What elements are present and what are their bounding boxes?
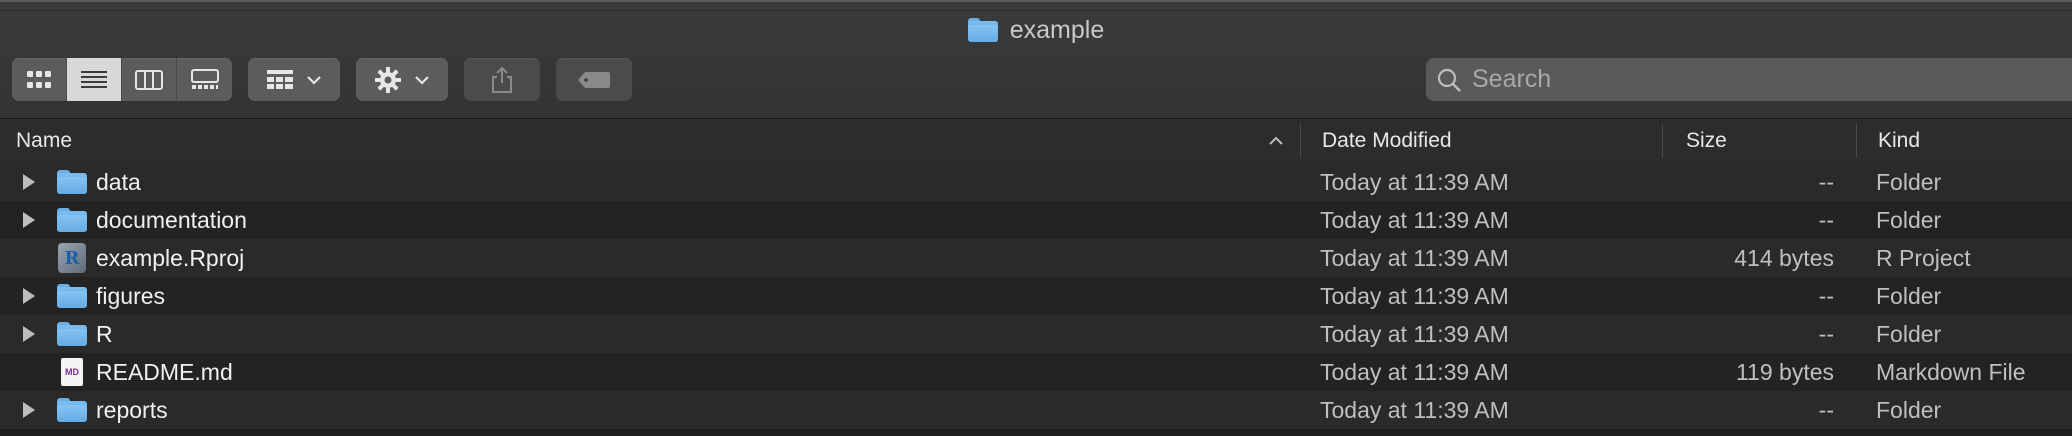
list-view-button[interactable]	[67, 58, 122, 101]
date-modified-column-header[interactable]: Date Modified	[1322, 119, 1452, 163]
size-column-header[interactable]: Size	[1686, 119, 1727, 163]
file-date-modified: Today at 11:39 AM	[1320, 244, 1509, 271]
search-icon	[1437, 68, 1461, 92]
file-list: data Today at 11:39 AM -- Folder documen…	[0, 163, 2072, 429]
tags-button[interactable]	[556, 58, 632, 101]
file-kind: Folder	[1876, 282, 1942, 309]
kind-column-header[interactable]: Kind	[1878, 119, 1920, 163]
size-column-label: Size	[1686, 129, 1727, 152]
gallery-view-icon	[190, 68, 219, 89]
folder-icon	[967, 18, 998, 42]
sort-ascending-icon[interactable]	[1268, 136, 1284, 146]
triangle-right-icon	[23, 326, 35, 342]
file-date-modified: Today at 11:39 AM	[1320, 396, 1509, 423]
disclosure-triangle[interactable]	[20, 277, 38, 315]
column-header-bar: Name Date Modified Size Kind	[0, 118, 2072, 164]
file-size: --	[1818, 396, 1834, 423]
file-size: 119 bytes	[1735, 358, 1834, 385]
list-view-icon	[81, 70, 107, 88]
date-modified-column-label: Date Modified	[1322, 129, 1452, 152]
file-row-figures[interactable]: figures Today at 11:39 AM -- Folder	[0, 277, 2072, 315]
column-divider[interactable]	[1856, 124, 1857, 158]
file-row-reports[interactable]: reports Today at 11:39 AM -- Folder	[0, 391, 2072, 429]
chevron-down-icon	[307, 75, 321, 85]
window-title: example	[1009, 15, 1105, 44]
folder-icon	[57, 322, 87, 346]
file-date-modified: Today at 11:39 AM	[1320, 320, 1509, 347]
name-column-label: Name	[16, 129, 73, 152]
column-view-button[interactable]	[122, 58, 177, 101]
group-grid-icon	[267, 69, 293, 89]
tag-icon	[578, 71, 610, 88]
file-name: reports	[96, 396, 168, 423]
file-row-example-rproj[interactable]: R example.Rproj Today at 11:39 AM 414 by…	[0, 239, 2072, 277]
window-toolbar: example	[0, 0, 2072, 120]
column-divider[interactable]	[1662, 124, 1663, 158]
file-kind: Markdown File	[1876, 358, 2026, 385]
disclosure-triangle[interactable]	[20, 315, 38, 353]
kind-column-label: Kind	[1878, 129, 1921, 152]
folder-icon	[57, 398, 87, 422]
file-row-r[interactable]: R Today at 11:39 AM -- Folder	[0, 315, 2072, 353]
file-kind: Folder	[1876, 320, 1942, 347]
search-input[interactable]	[1470, 64, 2034, 95]
column-view-icon	[135, 69, 163, 90]
r-project-icon: R	[58, 243, 86, 273]
file-date-modified: Today at 11:39 AM	[1320, 282, 1509, 309]
file-name: documentation	[96, 206, 247, 233]
file-kind: R Project	[1876, 244, 1971, 271]
file-row-data[interactable]: data Today at 11:39 AM -- Folder	[0, 163, 2072, 201]
triangle-right-icon	[23, 402, 35, 418]
file-kind: Folder	[1876, 396, 1942, 423]
file-size: --	[1818, 320, 1834, 347]
title-bar-divider	[0, 10, 2072, 11]
share-button[interactable]	[464, 58, 540, 101]
triangle-right-icon	[23, 174, 35, 190]
file-size: --	[1818, 168, 1834, 195]
folder-icon	[57, 284, 87, 308]
window-title-bar: example	[0, 14, 2072, 46]
share-icon	[492, 66, 512, 93]
file-size: --	[1818, 282, 1834, 309]
chevron-down-icon	[415, 75, 429, 85]
file-date-modified: Today at 11:39 AM	[1320, 168, 1509, 195]
file-name: data	[96, 168, 141, 195]
disclosure-triangle[interactable]	[20, 391, 38, 429]
file-name: R	[96, 320, 113, 347]
triangle-right-icon	[23, 212, 35, 228]
view-mode-control	[12, 58, 232, 101]
file-name: README.md	[96, 358, 233, 385]
group-by-button[interactable]	[248, 58, 340, 101]
folder-icon	[57, 170, 87, 194]
triangle-right-icon	[23, 288, 35, 304]
file-date-modified: Today at 11:39 AM	[1320, 206, 1509, 233]
action-gear-button[interactable]	[356, 58, 448, 101]
disclosure-triangle[interactable]	[20, 163, 38, 201]
gear-icon	[375, 66, 401, 93]
file-name: figures	[96, 282, 166, 309]
icon-view-icon	[27, 70, 51, 88]
file-kind: Folder	[1876, 206, 1942, 233]
file-row-documentation[interactable]: documentation Today at 11:39 AM -- Folde…	[0, 201, 2072, 239]
file-kind: Folder	[1876, 168, 1942, 195]
search-field[interactable]	[1426, 58, 2072, 101]
gallery-view-button[interactable]	[177, 58, 232, 101]
file-size: --	[1818, 206, 1834, 233]
file-row-readme[interactable]: MD README.md Today at 11:39 AM 119 bytes…	[0, 353, 2072, 391]
file-date-modified: Today at 11:39 AM	[1320, 358, 1509, 385]
disclosure-triangle[interactable]	[20, 201, 38, 239]
file-name: example.Rproj	[96, 244, 245, 271]
markdown-file-icon: MD	[61, 358, 83, 386]
icon-view-button[interactable]	[12, 58, 67, 101]
name-column-header[interactable]: Name	[16, 119, 72, 163]
file-size: 414 bytes	[1734, 244, 1834, 271]
column-divider[interactable]	[1300, 124, 1301, 158]
folder-icon	[57, 208, 87, 232]
